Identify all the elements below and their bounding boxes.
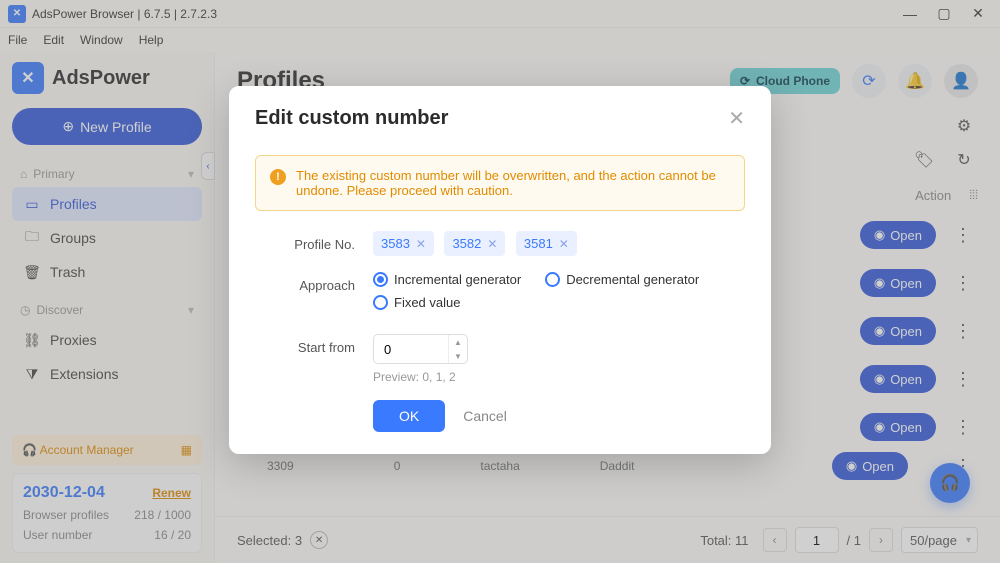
profile-tag: 3582✕ [444,231,505,256]
edit-custom-number-modal: Edit custom number ✕ ! The existing cust… [229,86,771,454]
remove-tag-button[interactable]: ✕ [559,237,569,251]
radio-decremental[interactable]: Decremental generator [545,272,699,287]
remove-tag-button[interactable]: ✕ [416,237,426,251]
start-from-input[interactable] [374,335,448,363]
profile-tag: 3581✕ [516,231,577,256]
preview-text: Preview: 0, 1, 2 [373,370,745,384]
profile-tag: 3583✕ [373,231,434,256]
warning-banner: ! The existing custom number will be ove… [255,155,745,211]
warning-icon: ! [270,169,286,185]
modal-title: Edit custom number [255,107,728,130]
approach-label: Approach [255,272,373,318]
remove-tag-button[interactable]: ✕ [487,237,497,251]
modal-close-button[interactable]: ✕ [728,106,745,131]
warning-text: The existing custom number will be overw… [296,168,730,198]
radio-fixed[interactable]: Fixed value [373,295,460,310]
stepper-down[interactable]: ▼ [449,349,467,363]
radio-incremental[interactable]: Incremental generator [373,272,521,287]
start-from-label: Start from [255,334,373,384]
cancel-button[interactable]: Cancel [463,408,507,424]
radio-icon [373,272,388,287]
## stepper-up[interactable]: ▲ [449,335,467,349]
modal-overlay: Edit custom number ✕ ! The existing cust… [0,0,1000,563]
ok-button[interactable]: OK [373,400,445,432]
radio-icon [545,272,560,287]
profile-no-label: Profile No. [255,231,373,256]
radio-icon [373,295,388,310]
